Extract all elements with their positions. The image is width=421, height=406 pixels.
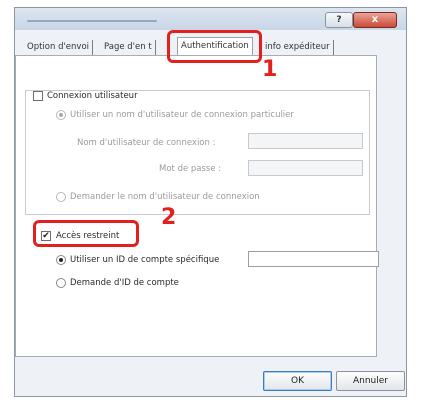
- tab-send-options[interactable]: Option d'envoi: [24, 40, 94, 55]
- password-field[interactable]: [248, 160, 363, 176]
- callout-number-1: 1: [262, 57, 278, 82]
- ask-account-id-label: Demande d'ID de compte: [70, 278, 179, 288]
- password-label: Mot de passe :: [159, 164, 222, 174]
- tab-sender-info[interactable]: info expéditeur: [262, 40, 334, 55]
- ask-name-label: Demander le nom d'utilisateur de connexi…: [70, 192, 260, 202]
- use-specific-name-radio[interactable]: [56, 110, 66, 120]
- use-account-id-radio[interactable]: [56, 255, 66, 265]
- use-account-id-label: Utiliser un ID de compte spécifique: [70, 255, 220, 265]
- user-login-checkbox[interactable]: [33, 91, 43, 101]
- help-button[interactable]: ?: [325, 12, 353, 28]
- tab-cover-page[interactable]: Page d'en t: [101, 40, 156, 55]
- use-specific-name-label: Utiliser un nom d'utilisateur de connexi…: [70, 110, 294, 120]
- username-field[interactable]: [248, 133, 363, 149]
- title-text-obscured: [27, 20, 157, 22]
- callout-box-2: [33, 220, 139, 247]
- callout-box-1: [167, 30, 262, 63]
- close-button[interactable]: x: [353, 12, 397, 28]
- user-login-label: Connexion utilisateur: [47, 91, 138, 101]
- ask-name-radio[interactable]: [56, 192, 66, 202]
- title-bar: ? x: [15, 8, 406, 30]
- cancel-button[interactable]: Annuler: [336, 371, 405, 391]
- ask-account-id-radio[interactable]: [56, 278, 66, 288]
- account-id-field[interactable]: [248, 251, 379, 267]
- username-label: Nom d'utilisateur de connexion :: [77, 138, 216, 148]
- ok-button[interactable]: OK: [263, 371, 332, 391]
- callout-number-2: 2: [161, 205, 177, 230]
